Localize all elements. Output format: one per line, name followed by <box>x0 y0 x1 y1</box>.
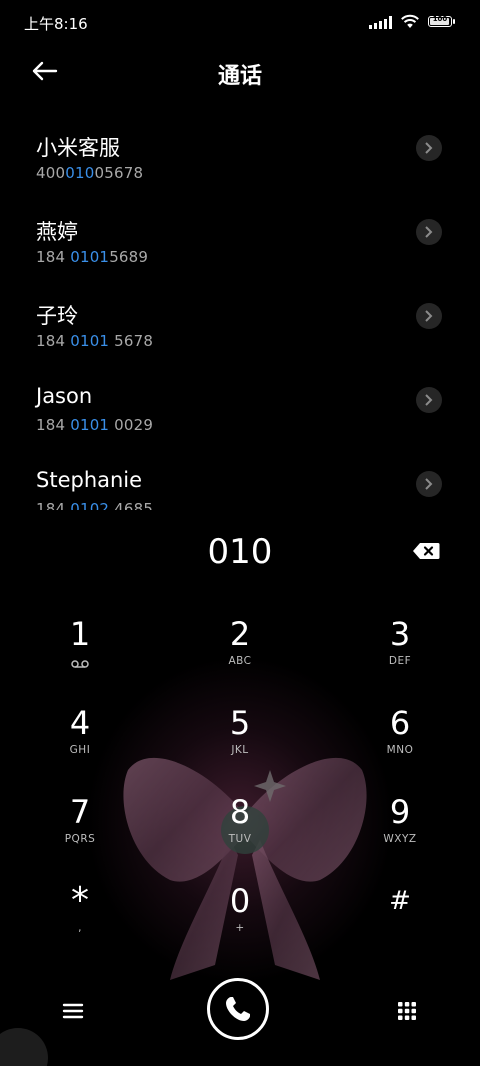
key-5[interactable]: 5 JKL <box>180 704 300 784</box>
signal-icon <box>369 15 392 29</box>
contact-number: 184 0102 4685 <box>36 500 153 510</box>
contact-item[interactable]: 小米客服 40001005678 <box>0 112 480 196</box>
key-letters: MNO <box>386 744 414 756</box>
call-button[interactable] <box>207 978 269 1040</box>
contact-number: 184 0101 5678 <box>36 332 153 350</box>
key-1[interactable]: 1 <box>20 615 140 695</box>
contact-item[interactable]: 燕婷 184 01015689 <box>0 196 480 280</box>
contact-name: Stephanie <box>36 468 143 492</box>
dial-input[interactable]: 010 <box>0 532 480 572</box>
key-digit: 4 <box>69 704 91 742</box>
key-8[interactable]: 8 TUV <box>180 793 300 873</box>
number-match: 0101 <box>70 416 110 434</box>
status-icons: 100 <box>369 14 455 29</box>
contact-number: 184 0101 0029 <box>36 416 153 434</box>
chevron-right-icon <box>425 394 433 406</box>
key-7[interactable]: 7 PQRS <box>20 793 140 873</box>
contact-number: 40001005678 <box>36 164 143 182</box>
contact-name: 燕婷 <box>36 220 78 244</box>
page-title: 通话 <box>217 64 262 89</box>
key-star[interactable]: * , <box>20 882 140 962</box>
number-suffix: 5689 <box>109 248 149 266</box>
number-suffix: 05678 <box>94 164 144 182</box>
contact-detail-button[interactable] <box>416 471 442 497</box>
contact-number: 184 01015689 <box>36 248 148 266</box>
contact-detail-button[interactable] <box>416 219 442 245</box>
key-letters: , <box>78 922 82 934</box>
contact-detail-button[interactable] <box>416 387 442 413</box>
key-hash[interactable]: # <box>340 882 460 962</box>
key-letters: PQRS <box>64 833 96 845</box>
key-0[interactable]: 0 + <box>180 882 300 962</box>
contact-name: 子玲 <box>36 304 78 328</box>
key-digit: 8 <box>229 793 251 831</box>
key-4[interactable]: 4 GHI <box>20 704 140 784</box>
contact-item[interactable]: 子玲 184 0101 5678 <box>0 280 480 364</box>
wifi-icon <box>401 14 419 28</box>
number-match: 0101 <box>70 332 110 350</box>
chevron-right-icon <box>425 310 433 322</box>
number-match: 0101 <box>70 248 110 266</box>
key-9[interactable]: 9 WXYZ <box>340 793 460 873</box>
key-3[interactable]: 3 DEF <box>340 615 460 695</box>
contact-name: Jason <box>36 384 93 408</box>
number-suffix: 4685 <box>109 500 154 510</box>
contact-item[interactable]: Jason 184 0101 0029 <box>0 364 480 448</box>
contact-detail-button[interactable] <box>416 135 442 161</box>
key-letters: ABC <box>228 655 252 667</box>
key-digit: 6 <box>389 704 411 742</box>
key-digit: # <box>389 886 411 916</box>
number-prefix: 184 <box>36 416 71 434</box>
contact-item[interactable]: Stephanie 184 0102 4685 <box>0 448 480 510</box>
keypad-toggle-button[interactable] <box>396 1000 418 1022</box>
chevron-right-icon <box>425 226 433 238</box>
phone-screen: 上午8:16 100 通话 小米客服 4 0001005678 燕婷 184 01… <box>0 0 480 1066</box>
number-prefix: 184 <box>36 332 71 350</box>
bottom-bar <box>0 978 480 1048</box>
number-suffix: 0029 <box>109 416 154 434</box>
voicemail-icon <box>71 660 89 668</box>
key-letters: JKL <box>231 744 249 756</box>
key-digit: 2 <box>229 615 251 653</box>
key-letters: WXYZ <box>383 833 417 845</box>
key-letters: DEF <box>388 655 412 667</box>
dialpad-icon <box>398 1002 416 1020</box>
number-prefix: 184 <box>36 248 71 266</box>
status-bar: 上午8:16 100 <box>0 0 480 44</box>
status-time: 上午8:16 <box>24 15 88 33</box>
key-digit: * <box>71 880 89 921</box>
battery-text: 100 <box>432 15 448 23</box>
key-digit: 9 <box>389 793 411 831</box>
phone-icon <box>226 997 250 1021</box>
key-letters: GHI <box>69 744 91 756</box>
key-digit: 7 <box>69 793 91 831</box>
key-digit: 0 <box>229 882 251 920</box>
menu-button[interactable] <box>62 1002 84 1020</box>
key-digit: 3 <box>389 615 411 653</box>
delete-button[interactable] <box>412 542 440 560</box>
number-match: 0102 <box>70 500 110 510</box>
key-digit: 1 <box>69 615 91 653</box>
number-prefix: 184 <box>36 500 71 510</box>
contact-name: 小米客服 <box>36 136 120 160</box>
menu-icon <box>62 1003 84 1019</box>
contact-list[interactable]: 小米客服 40001005678 燕婷 184 01015689 子玲 184 … <box>0 112 480 510</box>
chevron-right-icon <box>425 142 433 154</box>
number-suffix: 5678 <box>109 332 154 350</box>
contact-detail-button[interactable] <box>416 303 442 329</box>
dialpad-panel: 010 1 2 ABC 3 DEF 4 GHI 5 JKL 6 MNO 7 PQ… <box>0 510 480 1066</box>
key-2[interactable]: 2 ABC <box>180 615 300 695</box>
key-letters: TUV <box>228 833 252 845</box>
battery-icon: 100 <box>428 15 455 27</box>
number-prefix: 400 <box>36 164 66 182</box>
key-digit: 5 <box>229 704 251 742</box>
header: 通话 <box>0 44 480 104</box>
key-letters: + <box>235 922 245 934</box>
key-6[interactable]: 6 MNO <box>340 704 460 784</box>
backspace-icon <box>413 543 440 559</box>
chevron-right-icon <box>425 478 433 490</box>
number-match: 010 <box>65 164 95 182</box>
